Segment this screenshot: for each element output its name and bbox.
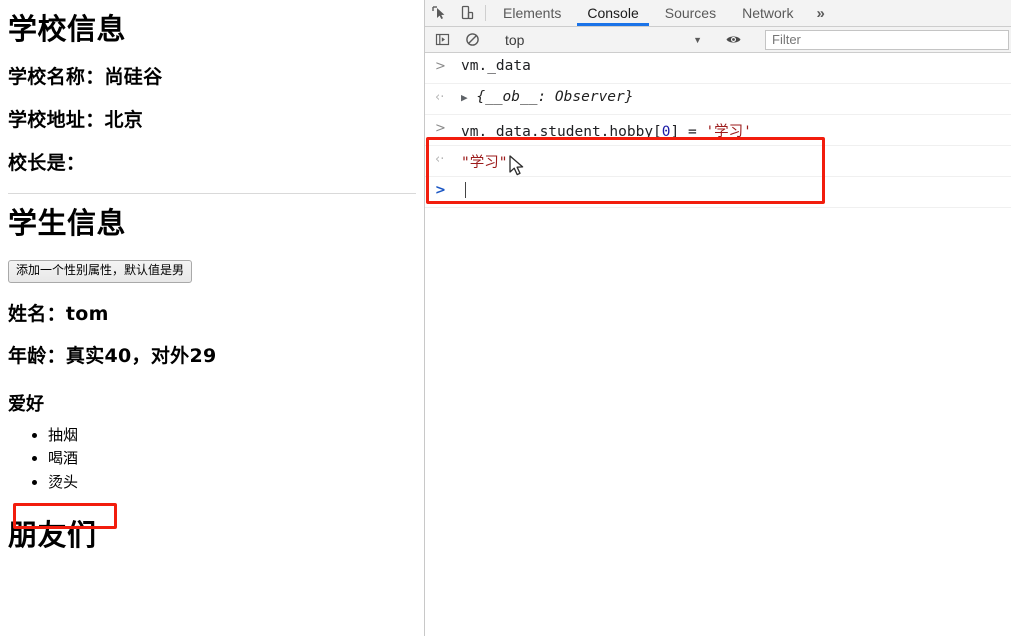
console-toolbar: top ▼ Filter <box>425 27 1011 53</box>
expression-assign: ] = <box>670 124 706 140</box>
live-expression-eye-icon[interactable] <box>718 28 748 52</box>
execution-context-value: top <box>505 31 525 48</box>
console-prompt-input[interactable] <box>461 177 466 199</box>
rendered-webpage: 学校信息 学校名称：尚硅谷 学校地址：北京 校长是： 学生信息 添加一个性别属性… <box>0 0 424 636</box>
console-sidebar-icon[interactable] <box>427 28 457 52</box>
section-divider <box>8 193 416 195</box>
console-output-row-1[interactable]: ‹· ▶ {__ob__: Observer} <box>425 84 1011 115</box>
console-input-text: vm._data <box>461 58 531 74</box>
device-toolbar-icon[interactable] <box>453 0 481 26</box>
tab-network[interactable]: Network <box>729 0 806 26</box>
expression-prefix: vm._data.student.hobby[ <box>461 124 662 140</box>
console-output-row-2[interactable]: ‹· "学习" <box>425 146 1011 177</box>
expand-triangle-icon[interactable]: ▶ <box>461 91 468 104</box>
console-filter-input[interactable]: Filter <box>765 29 1009 50</box>
expression-string-literal: '学习' <box>705 124 752 140</box>
console-input-row-2[interactable]: > vm._data.student.hobby[0] = '学习' <box>425 115 1011 146</box>
console-input-chevron-icon: > <box>435 59 446 74</box>
toolbar-divider <box>485 5 486 21</box>
tab-sources[interactable]: Sources <box>652 0 729 26</box>
console-input-chevron-icon-2: > <box>435 121 446 136</box>
add-gender-attribute-button[interactable]: 添加一个性别属性，默认值是男 <box>8 260 193 283</box>
console-output-object: ▶ {__ob__: Observer} <box>461 84 634 105</box>
console-output-string: "学习" <box>461 155 508 171</box>
execution-context-select[interactable]: top ▼ <box>496 29 709 51</box>
list-item: 抽烟 <box>48 424 416 447</box>
list-item: 喝酒 <box>48 447 416 470</box>
hobby-heading: 爱好 <box>8 394 44 416</box>
console-prompt-row[interactable]: > <box>425 177 1011 208</box>
console-prompt-chevron-icon: > <box>435 183 446 198</box>
text-caret <box>465 182 466 198</box>
devtools-panel: Elements Console Sources Network » top ▼… <box>425 0 1011 636</box>
devtools-tabstrip: Elements Console Sources Network » <box>425 0 1011 27</box>
school-name-line: 学校名称：尚硅谷 <box>8 65 163 88</box>
console-message-list: > vm._data ‹· ▶ {__ob__: Observer} > vm.… <box>425 53 1011 208</box>
console-output-chevron-icon: ‹· <box>435 90 445 105</box>
console-output-chevron-icon-2: ‹· <box>435 152 445 167</box>
console-input-row-1[interactable]: > vm._data <box>425 53 1011 84</box>
chevron-down-icon: ▼ <box>693 34 702 45</box>
school-address-line: 学校地址：北京 <box>8 108 144 131</box>
page-content: 学校信息 学校名称：尚硅谷 学校地址：北京 校长是： 学生信息 添加一个性别属性… <box>0 12 424 552</box>
console-input-expression: vm._data.student.hobby[0] = '学习' <box>461 115 752 141</box>
inspect-element-icon[interactable] <box>425 0 453 26</box>
tabs-overflow-chevron-icon[interactable]: » <box>806 0 834 26</box>
list-item: 烫头 <box>48 471 416 494</box>
screen-root: 学校信息 学校名称：尚硅谷 学校地址：北京 校长是： 学生信息 添加一个性别属性… <box>0 0 1011 636</box>
tab-elements[interactable]: Elements <box>490 0 574 26</box>
expression-index: 0 <box>661 124 671 140</box>
add-gender-button-row: 添加一个性别属性，默认值是男 <box>8 260 416 283</box>
school-principal-line: 校长是： <box>8 151 86 174</box>
school-info-heading: 学校信息 <box>8 12 127 46</box>
hobby-list: 抽烟 喝酒 烫头 <box>8 424 416 494</box>
student-name-line: 姓名：tom <box>8 302 109 325</box>
student-info-heading: 学生信息 <box>8 206 127 241</box>
friends-heading: 朋友们 <box>8 517 97 552</box>
student-age-line: 年龄：真实40，对外29 <box>8 345 217 368</box>
tab-console[interactable]: Console <box>574 0 651 26</box>
clear-console-icon[interactable] <box>457 28 487 52</box>
console-output-object-text: {__ob__: Observer} <box>476 89 634 105</box>
